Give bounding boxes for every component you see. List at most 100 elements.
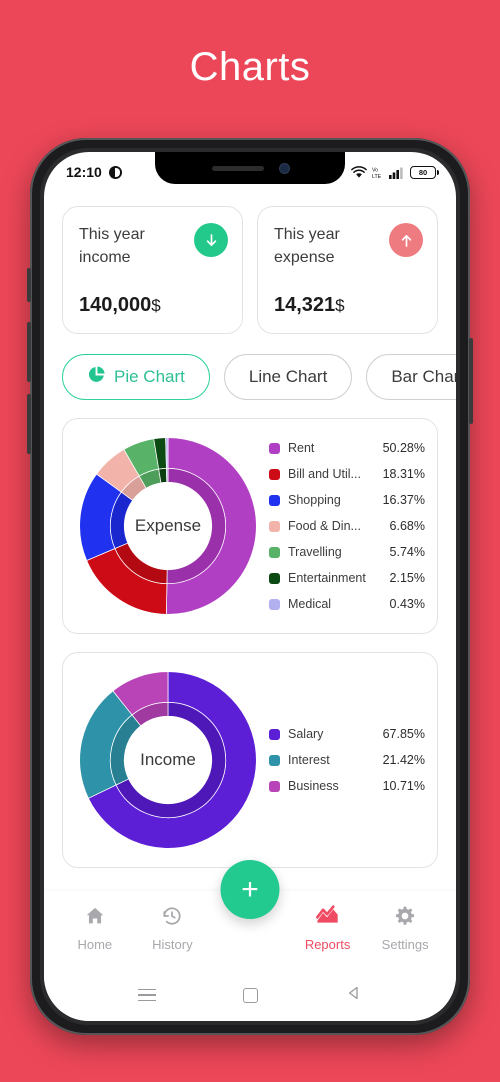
- phone-side-button-power: [469, 338, 473, 424]
- legend-color-swatch: [269, 754, 280, 766]
- do-not-disturb-icon: [108, 165, 122, 179]
- legend-row: Shopping 16.37%: [269, 487, 425, 513]
- legend-label: Travelling: [288, 545, 342, 559]
- summary-card-income-value: 140,000$: [79, 294, 228, 317]
- status-bar-time: 12:10: [66, 164, 102, 180]
- tab-line-chart-label: Line Chart: [248, 367, 328, 386]
- phone-side-button-volume-up: [27, 322, 31, 382]
- nav-item-history-label: History: [152, 936, 193, 952]
- page-title: Charts: [189, 45, 311, 89]
- legend-row: Salary 67.85%: [269, 721, 425, 747]
- legend-label: Shopping: [288, 493, 341, 507]
- legend-label: Entertainment: [288, 571, 366, 585]
- gear-icon: [394, 905, 416, 932]
- reports-chart-icon: [316, 904, 339, 932]
- legend-value: 5.74%: [389, 545, 425, 559]
- tab-pie-chart-label: Pie Chart: [114, 367, 185, 386]
- android-system-nav: [44, 969, 456, 1021]
- tab-bar-chart-label: Bar Chart: [391, 367, 456, 386]
- summary-card-income-top: This year income: [79, 223, 228, 269]
- summary-card-expense-value: 14,321$: [274, 294, 423, 317]
- legend-label: Rent: [288, 441, 315, 455]
- legend-color-swatch: [269, 780, 280, 792]
- status-bar-right: Vo LTE 80: [351, 165, 439, 179]
- home-square-icon[interactable]: [243, 987, 259, 1003]
- tab-line-chart[interactable]: Line Chart: [223, 354, 353, 400]
- history-clock-icon: [161, 905, 183, 932]
- legend-color-swatch: [269, 598, 280, 610]
- legend-label: Medical: [288, 597, 332, 611]
- legend-row: Food & Din... 6.68%: [269, 513, 425, 539]
- nav-item-reports[interactable]: Reports: [293, 904, 363, 952]
- legend-value: 10.71%: [382, 779, 425, 793]
- donut-slice[interactable]: [165, 437, 169, 469]
- arrow-up-icon: [389, 223, 423, 257]
- legend-value: 67.85%: [382, 727, 425, 741]
- legend-value: 21.42%: [382, 753, 425, 767]
- legend-row: Entertainment 2.15%: [269, 565, 425, 591]
- legend-value: 6.68%: [389, 519, 425, 533]
- legend-value: 0.43%: [389, 597, 425, 611]
- nav-item-home[interactable]: Home: [60, 905, 130, 952]
- donut-slice[interactable]: [166, 467, 169, 483]
- nav-item-history[interactable]: History: [137, 905, 207, 952]
- battery-indicator: 80: [410, 165, 439, 179]
- phone-notch: [155, 152, 345, 184]
- summary-card-expense-currency: $: [335, 296, 345, 315]
- summary-card-expense[interactable]: This year expense 14,321$: [257, 206, 438, 334]
- legend-row: Bill and Util... 18.31%: [269, 461, 425, 487]
- summary-card-expense-label: This year expense: [274, 226, 340, 267]
- nav-item-settings-label: Settings: [381, 936, 429, 952]
- phone-screen: 12:10 Vo LTE 80 This year income 140,000…: [44, 152, 456, 1021]
- expense-chart-legend: Rent 50.28% Bill and Util... 18.31% Shopping…: [267, 435, 425, 617]
- legend-value: 18.31%: [382, 467, 425, 481]
- home-icon: [84, 905, 106, 932]
- summary-card-income[interactable]: This year income 140,000$: [62, 206, 243, 334]
- plus-icon: +: [241, 872, 259, 906]
- status-bar-left: 12:10: [66, 164, 122, 180]
- expense-chart-card: Expense Rent 50.28% Bill and Util... 18.31%…: [62, 418, 438, 634]
- legend-label: Interest: [288, 753, 330, 767]
- battery-level: 80: [418, 167, 428, 177]
- legend-label: Salary: [288, 727, 324, 741]
- legend-row: Interest 21.42%: [269, 747, 425, 773]
- svg-text:Vo: Vo: [372, 167, 378, 173]
- signal-bars-icon: [389, 166, 405, 179]
- app-content: This year income 140,000$ This year expe…: [44, 206, 456, 868]
- phone-frame: 12:10 Vo LTE 80 This year income 140,000…: [27, 138, 473, 1035]
- tab-bar-chart[interactable]: Bar Chart: [366, 354, 456, 400]
- menu-icon[interactable]: [137, 988, 156, 1002]
- expense-donut-hole: [124, 482, 212, 570]
- phone-bezel: 12:10 Vo LTE 80 This year income 140,000…: [40, 148, 460, 1025]
- summary-cards: This year income 140,000$ This year expe…: [62, 206, 438, 334]
- legend-color-swatch: [269, 442, 280, 454]
- legend-color-swatch: [269, 572, 280, 584]
- legend-label: Business: [288, 779, 339, 793]
- summary-card-expense-amount: 14,321: [274, 294, 336, 316]
- legend-row: Rent 50.28%: [269, 435, 425, 461]
- nav-item-home-label: Home: [77, 936, 113, 952]
- legend-row: Medical 0.43%: [269, 591, 425, 617]
- expense-donut-chart[interactable]: Expense: [75, 433, 261, 619]
- earpiece-speaker: [211, 165, 264, 171]
- income-chart-card: Income Salary 67.85% Interest 21.42% Busines…: [62, 652, 438, 868]
- legend-color-swatch: [269, 520, 280, 532]
- legend-color-swatch: [269, 728, 280, 740]
- summary-card-income-label: This year income: [79, 226, 145, 267]
- summary-card-income-currency: $: [151, 296, 161, 315]
- back-triangle-icon[interactable]: [346, 985, 362, 1006]
- pie-chart-icon: [87, 365, 106, 389]
- legend-color-swatch: [269, 546, 280, 558]
- legend-row: Travelling 5.74%: [269, 539, 425, 565]
- income-chart-legend: Salary 67.85% Interest 21.42% Business 10.71%: [267, 721, 425, 799]
- phone-side-button-volume-down: [27, 394, 31, 454]
- add-transaction-fab[interactable]: +: [220, 860, 280, 919]
- nav-item-settings[interactable]: Settings: [370, 905, 440, 952]
- chart-type-tabs: Pie Chart Line Chart Bar Chart: [62, 354, 456, 400]
- tab-pie-chart[interactable]: Pie Chart: [62, 354, 210, 400]
- legend-label: Food & Din...: [288, 519, 361, 533]
- legend-color-swatch: [269, 494, 280, 506]
- income-donut-chart[interactable]: Income: [75, 667, 261, 853]
- legend-color-swatch: [269, 468, 280, 480]
- legend-value: 50.28%: [382, 441, 425, 455]
